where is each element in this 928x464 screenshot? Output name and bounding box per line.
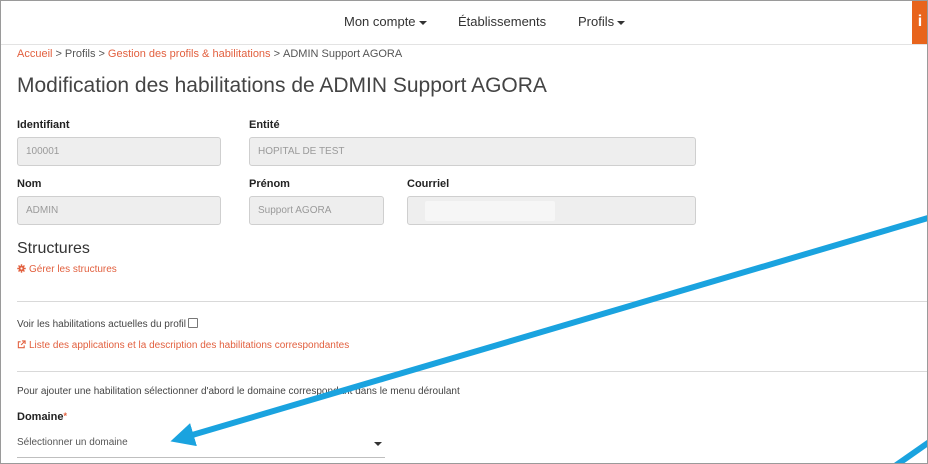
- nav-establishments[interactable]: Établissements: [458, 14, 546, 29]
- gear-icon: [17, 264, 26, 273]
- courriel-label: Courriel: [407, 178, 450, 190]
- top-navbar: Mon compte Établissements Profils i: [0, 0, 928, 45]
- show-current-label: Voir les habilitations actuelles du prof…: [17, 319, 186, 330]
- chevron-down-icon: [374, 442, 382, 446]
- breadcrumb-separator: >: [273, 48, 280, 60]
- manage-structures-label: Gérer les structures: [29, 264, 117, 275]
- nom-field[interactable]: [17, 196, 221, 225]
- prenom-field[interactable]: [249, 196, 384, 225]
- structures-title: Structures: [17, 240, 90, 257]
- external-link-icon: [17, 340, 26, 349]
- required-marker: *: [63, 411, 67, 421]
- show-current-habilitations: Voir les habilitations actuelles du prof…: [17, 318, 198, 330]
- nav-establishments-label: Établissements: [458, 14, 547, 29]
- page-title: Modification des habilitations de ADMIN …: [17, 74, 547, 97]
- entite-label: Entité: [249, 119, 280, 131]
- breadcrumb-management[interactable]: Gestion des profils & habilitations: [108, 48, 271, 60]
- nav-account-menu[interactable]: Mon compte: [344, 14, 427, 29]
- domain-label-text: Domaine: [17, 411, 64, 423]
- prenom-label: Prénom: [249, 178, 290, 190]
- info-icon: i: [917, 13, 923, 30]
- breadcrumb: Accueil > Profils > Gestion des profils & ha…: [17, 48, 402, 60]
- breadcrumb-separator: >: [55, 48, 62, 60]
- domain-select-value: Sélectionner un domaine: [17, 437, 128, 448]
- identifiant-field[interactable]: [17, 137, 221, 166]
- instruction-text: Pour ajouter une habilitation sélectionn…: [17, 386, 460, 397]
- breadcrumb-current: ADMIN Support AGORA: [283, 48, 403, 60]
- identifiant-label: Identifiant: [17, 119, 70, 131]
- manage-structures-link[interactable]: Gérer les structures: [17, 264, 117, 275]
- info-tab[interactable]: i: [912, 0, 928, 44]
- domain-label: Domaine*: [17, 411, 67, 423]
- nom-label: Nom: [17, 178, 42, 190]
- domain-select[interactable]: Sélectionner un domaine: [17, 431, 385, 458]
- chevron-down-icon: [418, 20, 427, 25]
- annotation-arrow: [893, 439, 928, 464]
- show-current-checkbox[interactable]: [187, 318, 198, 328]
- applications-list-link[interactable]: Liste des applications et la description…: [17, 340, 349, 351]
- breadcrumb-separator: >: [98, 48, 105, 60]
- divider: [17, 301, 928, 302]
- nav-profiles-menu[interactable]: Profils: [578, 14, 626, 29]
- redacted-email: [425, 201, 555, 221]
- breadcrumb-profiles: Profils: [64, 48, 96, 60]
- nav-profiles-label: Profils: [578, 14, 615, 29]
- applications-list-label: Liste des applications et la description…: [29, 340, 350, 351]
- breadcrumb-home[interactable]: Accueil: [17, 48, 52, 60]
- annotation-arrow: [170, 215, 928, 447]
- nav-account-label: Mon compte: [344, 14, 416, 29]
- divider: [17, 371, 928, 372]
- chevron-down-icon: [617, 20, 626, 25]
- entite-field[interactable]: [249, 137, 696, 166]
